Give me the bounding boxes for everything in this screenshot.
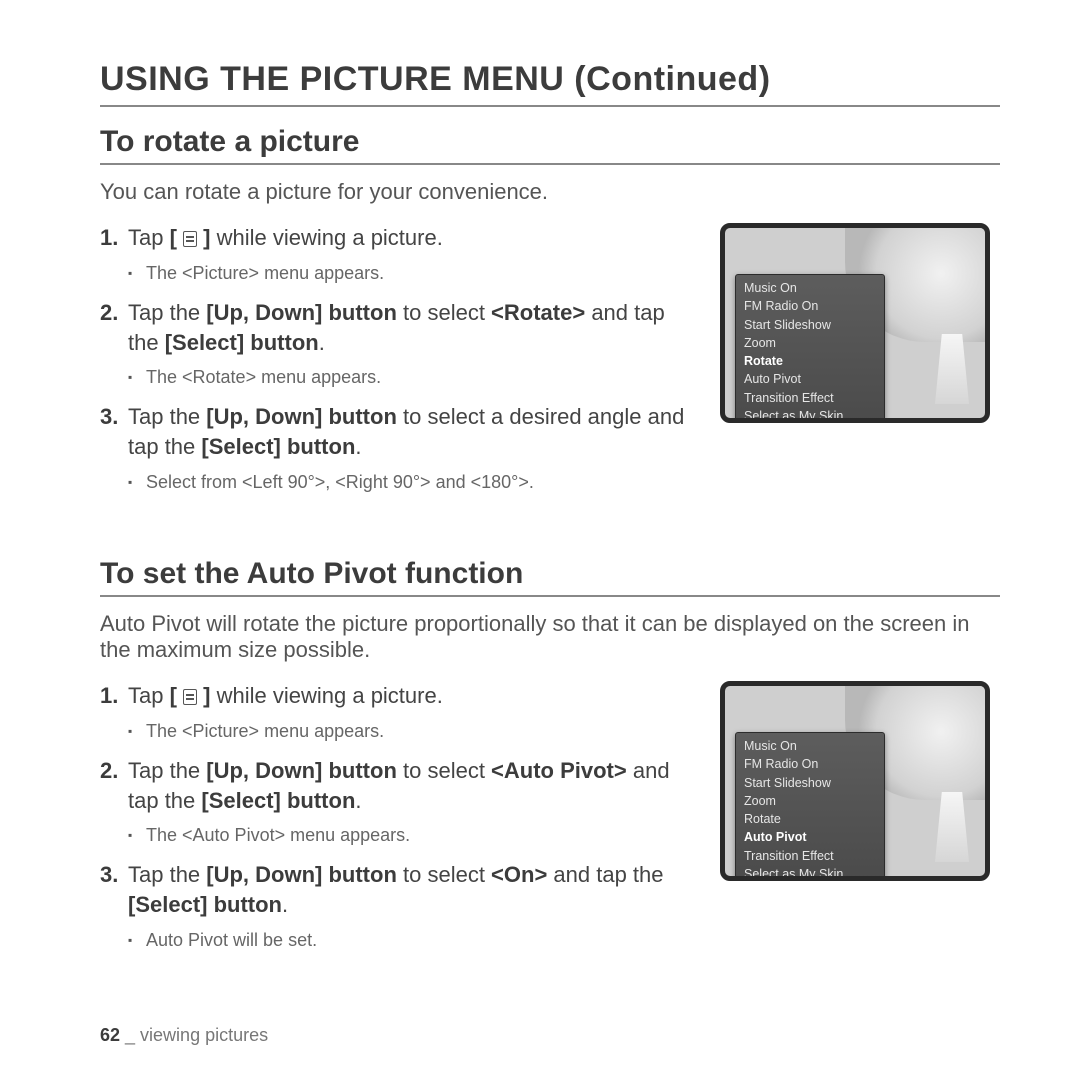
rotate-step-1: Tap [ ] while viewing a picture. The <Pi… xyxy=(100,223,700,286)
text: while viewing a picture. xyxy=(211,683,443,708)
text: [Up, Down] button xyxy=(206,862,397,887)
bracket: [ ] xyxy=(170,225,211,250)
text: and tap the xyxy=(547,862,663,887)
rotate-step2-sub: The <Rotate> menu appears. xyxy=(128,365,700,390)
device-screenshot-rotate: Music On FM Radio On Start Slideshow Zoo… xyxy=(720,223,990,423)
menu-item: Zoom xyxy=(736,334,884,352)
page-number: 62 xyxy=(100,1025,120,1045)
footer-label: viewing pictures xyxy=(140,1025,268,1045)
section-autopivot-title: To set the Auto Pivot function xyxy=(100,557,1000,597)
autopivot-step-1: Tap [ ] while viewing a picture. The <Pi… xyxy=(100,681,700,744)
menu-item: Auto Pivot xyxy=(736,370,884,388)
menu-item: Select as My Skin xyxy=(736,407,884,423)
text: Tap the xyxy=(128,862,206,887)
menu-icon xyxy=(183,689,197,705)
menu-item: Transition Effect xyxy=(736,847,884,865)
menu-item-selected: Auto Pivot xyxy=(736,828,884,846)
text: to select xyxy=(397,862,491,887)
page-title: USING THE PICTURE MENU (Continued) xyxy=(100,60,1000,107)
text: [Select] button xyxy=(165,330,319,355)
text: Tap the xyxy=(128,300,206,325)
text: [Up, Down] button xyxy=(206,758,397,783)
text: <Rotate> xyxy=(491,300,585,325)
picture-menu-popup: Music On FM Radio On Start Slideshow Zoo… xyxy=(735,274,885,423)
autopivot-intro: Auto Pivot will rotate the picture propo… xyxy=(100,611,1000,663)
text: . xyxy=(319,330,325,355)
text: to select xyxy=(397,758,491,783)
menu-item: Select as My Skin xyxy=(736,865,884,881)
text: while viewing a picture. xyxy=(211,225,443,250)
text: <Auto Pivot> xyxy=(491,758,627,783)
text: Tap xyxy=(128,225,170,250)
menu-item-selected: Rotate xyxy=(736,352,884,370)
text: . xyxy=(355,434,361,459)
text: . xyxy=(355,788,361,813)
device-screenshot-autopivot: Music On FM Radio On Start Slideshow Zoo… xyxy=(720,681,990,881)
menu-item: Start Slideshow xyxy=(736,316,884,334)
text: Tap the xyxy=(128,758,206,783)
menu-item: Music On xyxy=(736,737,884,755)
text: Tap the xyxy=(128,404,206,429)
text: [Select] button xyxy=(201,788,355,813)
text: [ xyxy=(170,225,183,250)
autopivot-step2-sub: The <Auto Pivot> menu appears. xyxy=(128,823,700,848)
menu-item: Transition Effect xyxy=(736,389,884,407)
rotate-step3-sub: Select from <Left 90°>, <Right 90°> and … xyxy=(128,470,700,495)
menu-item: Zoom xyxy=(736,792,884,810)
menu-item: Rotate xyxy=(736,810,884,828)
rotate-step-3: Tap the [Up, Down] button to select a de… xyxy=(100,402,700,495)
text: Tap xyxy=(128,683,170,708)
rotate-steps: Tap [ ] while viewing a picture. The <Pi… xyxy=(100,223,700,495)
section-rotate-title: To rotate a picture xyxy=(100,125,1000,165)
text: [Up, Down] button xyxy=(206,404,397,429)
text: [ xyxy=(170,683,183,708)
rotate-step1-sub: The <Picture> menu appears. xyxy=(128,261,700,286)
picture-menu-popup: Music On FM Radio On Start Slideshow Zoo… xyxy=(735,732,885,881)
text: [Select] button xyxy=(128,892,282,917)
autopivot-step3-sub: Auto Pivot will be set. xyxy=(128,928,700,953)
text: [Select] button xyxy=(201,434,355,459)
text: <On> xyxy=(491,862,547,887)
text: [Up, Down] button xyxy=(206,300,397,325)
text: to select xyxy=(397,300,491,325)
menu-item: FM Radio On xyxy=(736,297,884,315)
menu-item: Music On xyxy=(736,279,884,297)
page-footer: 62 _ viewing pictures xyxy=(100,1025,268,1046)
footer-sep: _ xyxy=(120,1025,140,1045)
autopivot-step-2: Tap the [Up, Down] button to select <Aut… xyxy=(100,756,700,849)
rotate-intro: You can rotate a picture for your conven… xyxy=(100,179,1000,205)
bracket: [ ] xyxy=(170,683,211,708)
menu-item: Start Slideshow xyxy=(736,774,884,792)
menu-icon xyxy=(183,231,197,247)
menu-item: FM Radio On xyxy=(736,755,884,773)
text: . xyxy=(282,892,288,917)
autopivot-step-3: Tap the [Up, Down] button to select <On>… xyxy=(100,860,700,953)
rotate-step-2: Tap the [Up, Down] button to select <Rot… xyxy=(100,298,700,391)
text: ] xyxy=(197,225,210,250)
text: ] xyxy=(197,683,210,708)
autopivot-steps: Tap [ ] while viewing a picture. The <Pi… xyxy=(100,681,700,953)
autopivot-step1-sub: The <Picture> menu appears. xyxy=(128,719,700,744)
